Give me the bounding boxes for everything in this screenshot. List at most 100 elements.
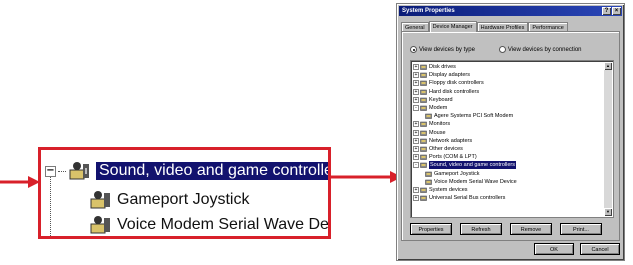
view-mode-group: View devices by type View devices by con… — [410, 46, 582, 53]
device-tree-item[interactable]: + Keyboard — [413, 96, 603, 104]
device-tree-item[interactable]: - Modem — [413, 104, 603, 112]
collapse-icon[interactable]: - — [413, 162, 419, 169]
expand-icon[interactable]: + — [413, 186, 419, 193]
print-button[interactable]: Print... — [560, 223, 602, 235]
zoom-child-row[interactable]: Gameport Joystick — [89, 187, 249, 213]
system-properties-dialog: System Properties ? × General Device Man… — [396, 3, 625, 261]
expand-icon[interactable]: + — [413, 121, 419, 128]
device-category-icon — [420, 138, 427, 144]
device-tree-item[interactable]: + Monitors — [413, 120, 603, 128]
view-by-type-radio[interactable]: View devices by type — [410, 46, 475, 53]
device-tree-label: Monitors — [429, 121, 451, 128]
device-category-icon — [420, 187, 427, 193]
device-tree-label: Sound, video and game controllers — [429, 161, 516, 170]
device-tree-label: Gameport Joystick — [434, 170, 480, 177]
device-category-icon — [420, 105, 427, 111]
dialog-titlebar[interactable]: System Properties ? × — [399, 6, 622, 16]
ok-button[interactable]: OK — [534, 243, 574, 255]
device-tree-item[interactable]: Voice Modem Serial Wave Device — [413, 178, 603, 186]
device-category-icon — [425, 179, 432, 185]
properties-button[interactable]: Properties — [410, 223, 452, 235]
device-category-icon — [420, 64, 427, 70]
zoom-child-label: Voice Modem Serial Wave Dev — [117, 216, 331, 233]
device-category-icon — [420, 73, 427, 79]
collapse-icon[interactable]: − — [45, 165, 56, 177]
device-tree-item[interactable]: + Floppy disk controllers — [413, 79, 603, 87]
tab-device-manager[interactable]: Device Manager — [428, 21, 477, 32]
device-category-icon — [420, 97, 427, 103]
expand-icon[interactable]: + — [413, 96, 419, 103]
device-tree-label: Hard disk controllers — [429, 88, 480, 95]
zoom-selected-row[interactable]: − Sound, video and game controllers — [45, 158, 328, 184]
device-tree-label: Mouse — [429, 129, 446, 136]
device-tree-item[interactable]: + Display adapters — [413, 71, 603, 79]
device-category-icon — [420, 130, 427, 136]
view-by-type-label: View devices by type — [419, 46, 475, 53]
device-category-icon — [425, 113, 432, 119]
radio-selected-icon — [410, 46, 417, 53]
scroll-up-icon[interactable]: ▲ — [604, 62, 612, 70]
device-tree-item[interactable]: + Hard disk controllers — [413, 88, 603, 96]
device-tree-label: Voice Modem Serial Wave Device — [434, 178, 517, 185]
device-tree-item[interactable]: Gameport Joystick — [413, 169, 603, 177]
expand-icon[interactable]: + — [413, 129, 419, 136]
device-tree-list: + Disk drives + Display adapters + Floppy dis… — [413, 63, 603, 202]
device-category-icon — [420, 195, 427, 201]
device-manager-panel: View devices by type View devices by con… — [401, 31, 620, 241]
refresh-button[interactable]: Refresh — [460, 223, 502, 235]
device-tree-label: Floppy disk controllers — [429, 80, 484, 87]
expand-icon[interactable]: + — [413, 137, 419, 144]
device-tree-item[interactable]: Agere Systems PCI Soft Modem — [413, 112, 603, 120]
device-tree-label: Keyboard — [429, 96, 453, 103]
scroll-down-icon[interactable]: ▼ — [604, 208, 612, 216]
zoom-child-row[interactable]: Voice Modem Serial Wave Dev — [89, 212, 331, 236]
device-tree-label: Modem — [429, 105, 448, 112]
device-category-icon — [420, 163, 427, 169]
device-tree-label: Network adapters — [429, 137, 473, 144]
expand-icon[interactable]: + — [413, 64, 419, 71]
device-tree[interactable]: + Disk drives + Display adapters + Floppy dis… — [410, 60, 614, 218]
vertical-scrollbar[interactable]: ▲ ▼ — [604, 62, 612, 216]
device-tree-label: Ports (COM & LPT) — [429, 154, 477, 161]
device-category-icon — [420, 81, 427, 87]
device-tree-item[interactable]: + System devices — [413, 186, 603, 194]
device-tree-item[interactable]: + Ports (COM & LPT) — [413, 153, 603, 161]
joystick-device-icon — [90, 191, 110, 209]
device-action-buttons: Properties Refresh Remove Print... — [410, 223, 602, 235]
close-button[interactable]: × — [612, 7, 621, 15]
device-tree-item[interactable]: + Other devices — [413, 145, 603, 153]
device-category-icon — [425, 171, 432, 177]
device-category-icon — [420, 146, 427, 152]
device-tree-item[interactable]: + Disk drives — [413, 63, 603, 71]
device-tree-label: Other devices — [429, 145, 463, 152]
expand-icon[interactable]: + — [413, 154, 419, 161]
device-tree-label: Agere Systems PCI Soft Modem — [434, 113, 514, 120]
zoom-callout: − Sound, video and game controllers Game… — [38, 147, 331, 239]
expand-icon[interactable]: + — [413, 195, 419, 202]
device-tree-label: Display adapters — [429, 72, 470, 79]
callout-arrow-left — [0, 176, 40, 188]
collapse-icon[interactable]: - — [413, 105, 419, 112]
device-category-icon — [420, 122, 427, 128]
cancel-button[interactable]: Cancel — [580, 243, 620, 255]
device-category-icon — [420, 89, 427, 95]
zoom-child-label: Gameport Joystick — [117, 191, 250, 208]
help-button[interactable]: ? — [602, 7, 611, 15]
radio-unselected-icon — [498, 46, 506, 53]
device-tree-item[interactable]: + Mouse — [413, 129, 603, 137]
sound-device-icon — [69, 162, 89, 180]
device-tree-item[interactable]: + Universal Serial Bus controllers — [413, 194, 603, 202]
dialog-title: System Properties — [402, 8, 455, 14]
callout-arrow-right — [330, 171, 402, 183]
expand-icon[interactable]: + — [413, 80, 419, 87]
device-tree-item[interactable]: - Sound, video and game controllers — [413, 161, 603, 170]
modem-wave-device-icon — [90, 216, 110, 234]
view-by-connection-radio[interactable]: View devices by connection — [498, 46, 582, 53]
expand-icon[interactable]: + — [413, 72, 419, 79]
remove-button[interactable]: Remove — [510, 223, 552, 235]
device-tree-item[interactable]: + Network adapters — [413, 137, 603, 145]
expand-icon[interactable]: + — [413, 88, 419, 95]
expand-icon[interactable]: + — [413, 145, 419, 152]
device-tree-label: Universal Serial Bus controllers — [429, 195, 506, 202]
device-category-icon — [420, 154, 427, 160]
